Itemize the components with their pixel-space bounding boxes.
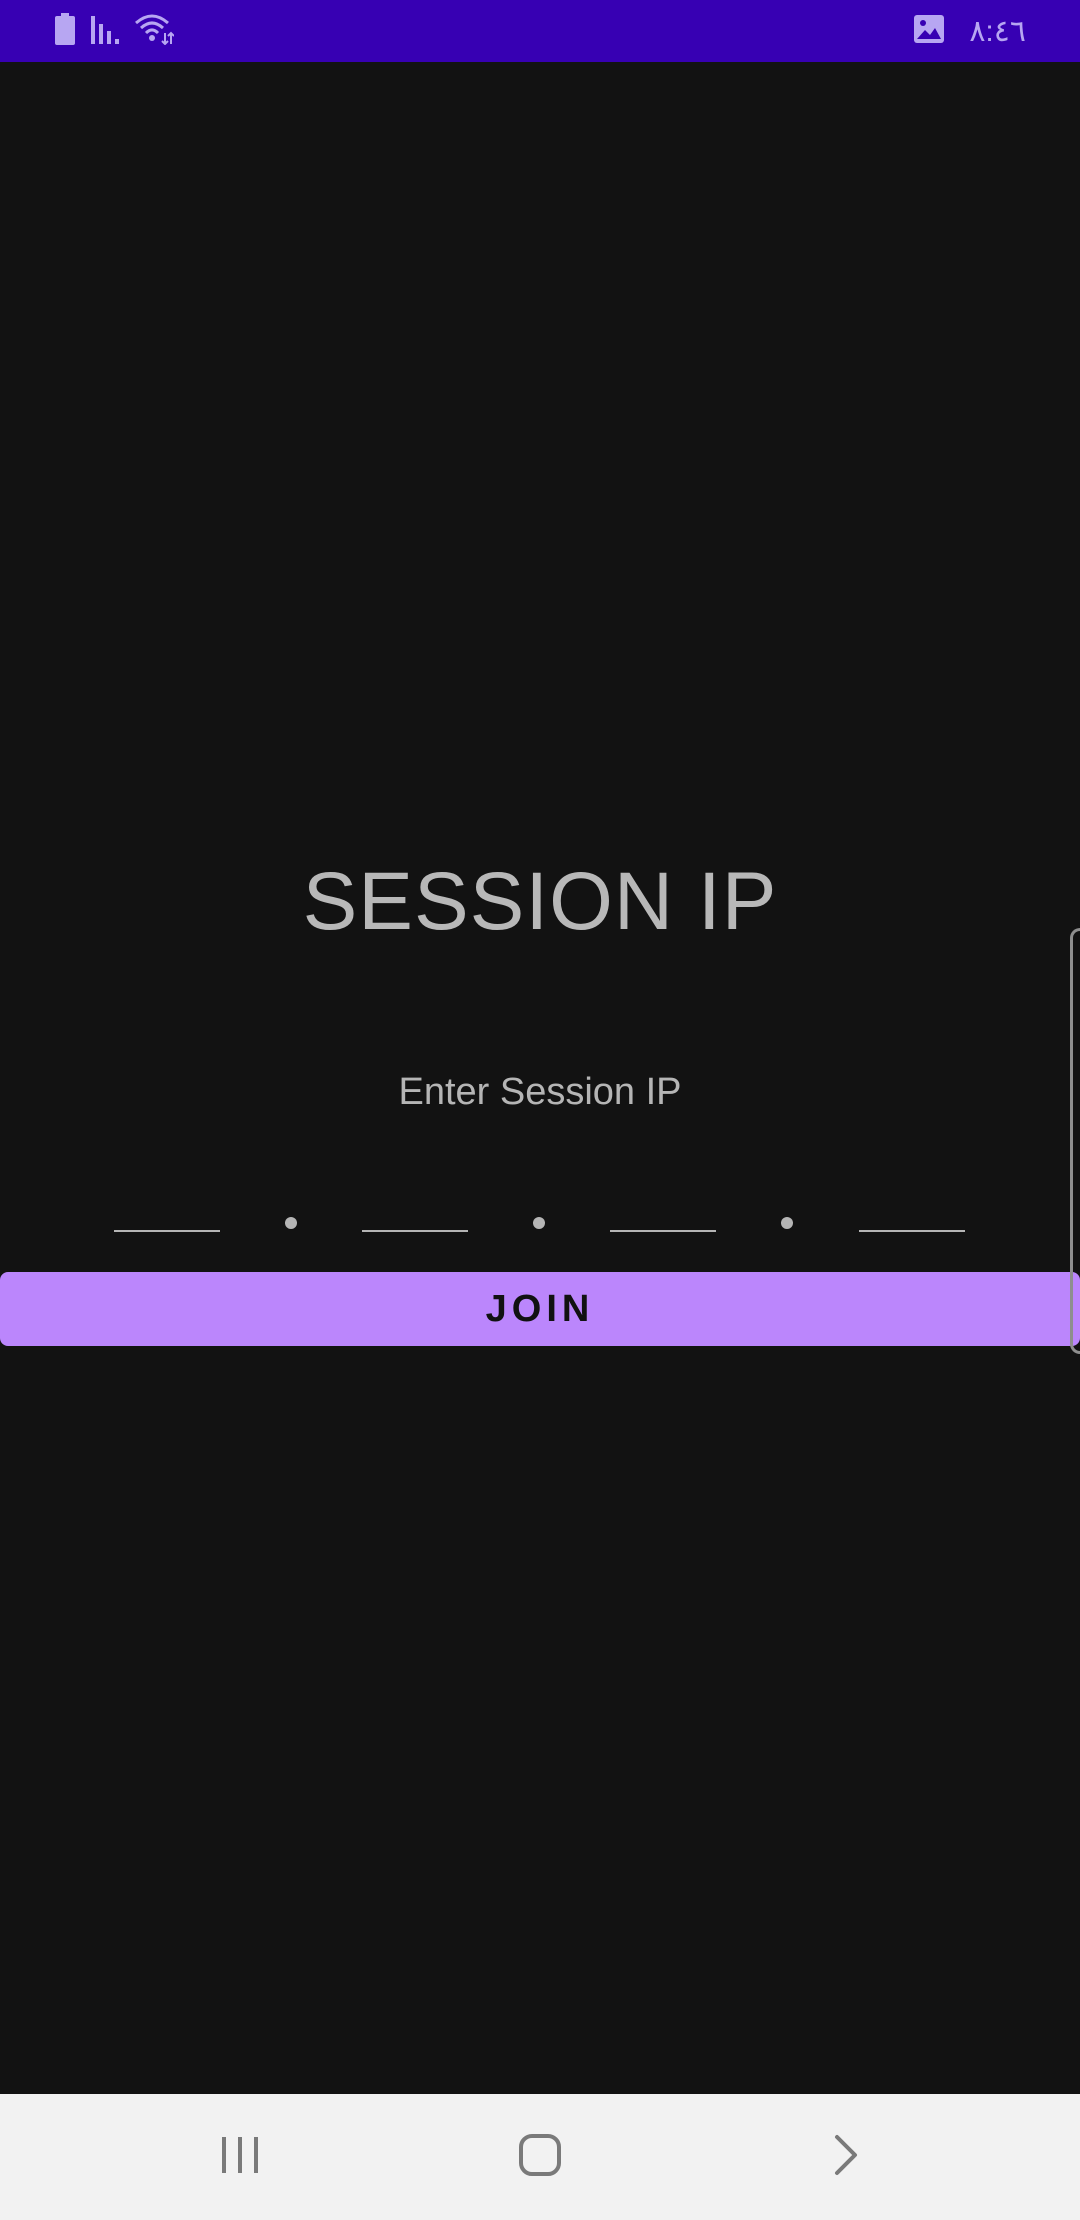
wifi-icon: [134, 13, 175, 50]
ip-octet-1-input[interactable]: [114, 1180, 220, 1232]
recent-apps-button[interactable]: [200, 2124, 280, 2190]
status-bar: ٨:٤٦: [0, 0, 1080, 62]
ip-address-inputs: [0, 1180, 1080, 1240]
recent-apps-icon: [220, 2135, 260, 2180]
ip-octet-3-input[interactable]: [610, 1180, 716, 1232]
ip-separator-dot: [285, 1217, 297, 1229]
app-screen: ٨:٤٦ SESSION IP Enter Session IP JOIN: [0, 0, 1080, 2220]
status-icons-right: ٨:٤٦: [913, 12, 1026, 50]
ip-separator-dot: [533, 1217, 545, 1229]
status-time: ٨:٤٦: [969, 14, 1026, 48]
ip-octet-2-input[interactable]: [362, 1180, 468, 1232]
instruction-label: Enter Session IP: [398, 1071, 682, 1113]
back-icon: [831, 2133, 861, 2182]
battery-icon: [54, 12, 76, 50]
back-button[interactable]: [806, 2124, 886, 2190]
signal-icon: [90, 14, 120, 49]
page-title: SESSION IP: [302, 856, 778, 947]
ip-octet-4-input[interactable]: [859, 1180, 965, 1232]
navigation-bar: [0, 2094, 1080, 2220]
edge-panel-handle[interactable]: [1070, 928, 1080, 1354]
ip-separator-dot: [781, 1217, 793, 1229]
gallery-notification-icon: [913, 14, 945, 49]
join-button[interactable]: JOIN: [0, 1272, 1080, 1346]
home-button[interactable]: [500, 2124, 580, 2190]
status-icons-left: [54, 12, 175, 50]
home-icon: [518, 2133, 562, 2182]
